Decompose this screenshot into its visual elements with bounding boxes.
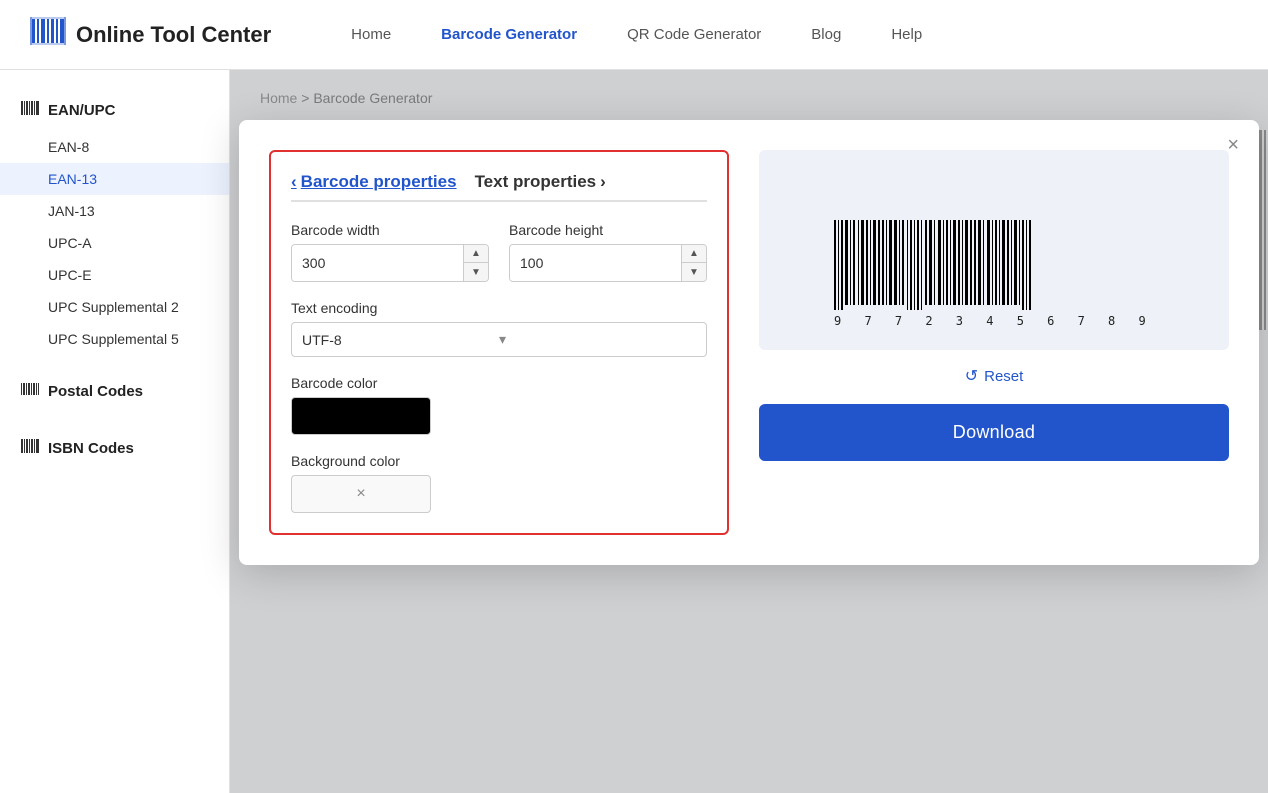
sidebar-section-ean-upc-label: EAN/UPC [48,102,116,119]
barcode-width-label: Barcode width [291,222,489,238]
barcode-width-input[interactable] [292,245,463,281]
props-inner: ‹ Barcode properties Text properties › [291,172,707,513]
modal: × ‹ Barcode properties Text properties [239,120,1259,565]
sidebar-item-ean8[interactable]: EAN-8 [0,131,229,163]
nav-help[interactable]: Help [891,26,922,43]
modal-content: ‹ Barcode properties Text properties › [269,150,1229,535]
sidebar-section-postal-label: Postal Codes [48,383,143,400]
barcode-height-input-wrap: ▲ ▼ [509,244,707,282]
barcode-preview: 9 7 7 2 3 4 5 6 7 8 9 1 7 [759,150,1229,350]
background-color-clear[interactable]: × [291,475,431,513]
clear-icon: × [356,485,365,503]
nav-barcode-generator[interactable]: Barcode Generator [441,26,577,43]
sidebar-item-upca[interactable]: UPC-A [0,227,229,259]
barcode-height-spinner: ▲ ▼ [681,245,706,281]
barcode-display: 9 7 7 2 3 4 5 6 7 8 9 1 7 [824,220,1164,330]
reset-label: Reset [984,368,1023,385]
sidebar-item-ean13[interactable]: EAN-13 [0,163,229,195]
main-nav: Home Barcode Generator QR Code Generator… [351,26,922,43]
dimensions-row: Barcode width ▲ ▼ Barco [291,222,707,282]
reset-button[interactable]: ↺ Reset [759,366,1229,386]
text-encoding-group: Text encoding UTF-8 ▾ [291,300,707,357]
barcode-width-up[interactable]: ▲ [464,245,488,263]
sidebar-section-ean-upc: EAN/UPC [0,90,229,131]
background-color-group: Background color × [291,453,707,513]
tab-text-props-label: Text properties [475,172,597,192]
barcode-icon [20,98,40,123]
content-area: Home > Barcode Generator × ‹ Barcode pro… [230,70,1268,793]
props-tabs: ‹ Barcode properties Text properties › [291,172,707,202]
barcode-width-spinner: ▲ ▼ [463,245,488,281]
sidebar-item-upc-supp2[interactable]: UPC Supplemental 2 [0,291,229,323]
download-button[interactable]: Download [759,404,1229,461]
barcode-height-input[interactable] [510,245,681,281]
sidebar-section-isbn-label: ISBN Codes [48,440,134,457]
nav-blog[interactable]: Blog [811,26,841,43]
text-encoding-select[interactable]: UTF-8 ▾ [291,322,707,357]
barcode-width-input-wrap: ▲ ▼ [291,244,489,282]
tab-barcode-props-label: Barcode properties [301,172,457,192]
barcode-height-label: Barcode height [509,222,707,238]
nav-home[interactable]: Home [351,26,391,43]
sidebar-section-postal: Postal Codes [0,371,229,412]
barcode-color-group: Barcode color [291,375,707,435]
main-layout: EAN/UPC EAN-8 EAN-13 JAN-13 UPC-A UPC-E … [0,70,1268,793]
tab-forward-arrow: › [600,172,606,192]
svg-text:9 7 7 2 3 4 5 6 7 8 9 1 7: 9 7 7 2 3 4 5 6 7 8 9 1 7 [834,314,1164,328]
chevron-down-icon: ▾ [499,331,696,348]
nav-qr-code[interactable]: QR Code Generator [627,26,761,43]
logo-text: Online Tool Center [76,22,271,48]
text-encoding-value: UTF-8 [302,332,499,348]
text-encoding-label: Text encoding [291,300,707,316]
isbn-icon [20,436,40,461]
sidebar: EAN/UPC EAN-8 EAN-13 JAN-13 UPC-A UPC-E … [0,70,230,793]
postal-icon [20,379,40,404]
sidebar-item-upc-supp5[interactable]: UPC Supplemental 5 [0,323,229,355]
barcode-color-swatch[interactable] [291,397,431,435]
header: Online Tool Center Home Barcode Generato… [0,0,1268,70]
reset-icon: ↺ [965,366,978,386]
background-color-label: Background color [291,453,707,469]
tab-back-arrow: ‹ [291,172,297,192]
sidebar-item-upce[interactable]: UPC-E [0,259,229,291]
modal-right: 9 7 7 2 3 4 5 6 7 8 9 1 7 ↺ Reset Downlo… [729,150,1229,535]
sidebar-item-jan13[interactable]: JAN-13 [0,195,229,227]
barcode-height-group: Barcode height ▲ ▼ [509,222,707,282]
sidebar-section-isbn: ISBN Codes [0,428,229,469]
barcode-width-down[interactable]: ▼ [464,263,488,281]
barcode-width-group: Barcode width ▲ ▼ [291,222,489,282]
barcode-color-label: Barcode color [291,375,707,391]
modal-close-button[interactable]: × [1227,135,1239,155]
barcode-height-down[interactable]: ▼ [682,263,706,281]
tab-barcode-properties[interactable]: ‹ Barcode properties [291,172,457,192]
tab-text-properties[interactable]: Text properties › [475,172,606,192]
barcode-height-up[interactable]: ▲ [682,245,706,263]
logo-icon [30,13,66,56]
logo: Online Tool Center [30,13,271,56]
properties-panel: ‹ Barcode properties Text properties › [269,150,729,535]
barcode-svg: 9 7 7 2 3 4 5 6 7 8 9 1 7 [824,220,1164,330]
